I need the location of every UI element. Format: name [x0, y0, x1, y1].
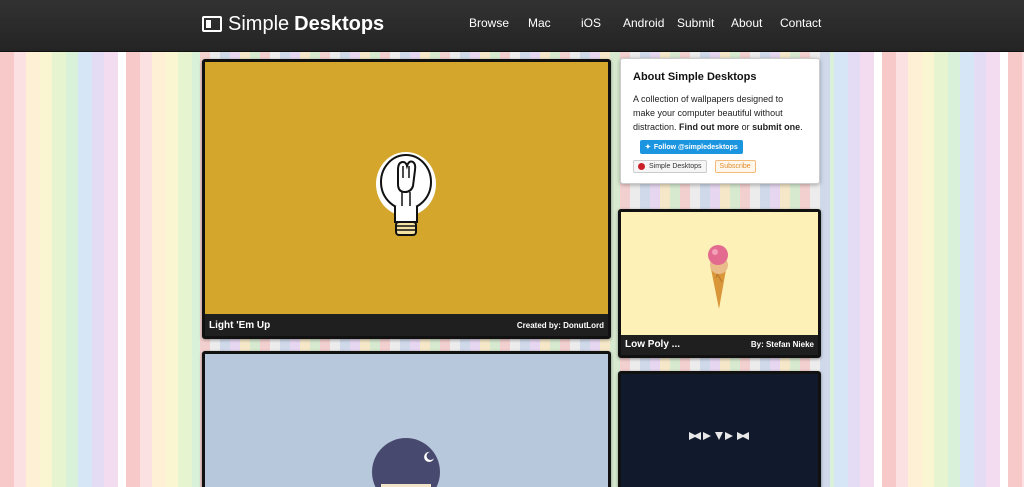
wallpaper-title[interactable]: Light 'Em Up	[209, 320, 270, 331]
wallpaper-thumbnail[interactable]	[205, 354, 608, 487]
wallpaper-card-moon[interactable]	[202, 351, 611, 487]
nav-contact[interactable]: Contact	[780, 16, 821, 30]
card-caption: Low Poly ... By: Stefan Nieke	[621, 333, 818, 355]
top-navigation-bar: Simple Desktops Browse Mac iOS Android S…	[0, 0, 1024, 52]
lightbulb-fist-illustration	[376, 152, 436, 236]
nav-android[interactable]: Android	[623, 16, 664, 30]
wallpaper-title[interactable]: Low Poly ...	[625, 339, 680, 350]
card-caption: Light 'Em Up Created by: DonutLord	[205, 314, 608, 336]
wallpaper-thumbnail[interactable]	[205, 62, 608, 314]
wallpaper-card-light-em-up[interactable]: Light 'Em Up Created by: DonutLord	[202, 59, 611, 339]
geometric-pattern-illustration	[689, 432, 749, 440]
twitter-follow-button[interactable]: ✦ Follow @simpledesktops	[640, 140, 743, 154]
main-nav: Browse Mac iOS Android Submit About Cont…	[0, 16, 1024, 36]
wallpaper-author[interactable]: Created by: DonutLord	[517, 321, 604, 330]
pinterest-follow-button[interactable]: Simple Desktops	[633, 160, 707, 173]
nav-submit[interactable]: Submit	[677, 16, 714, 30]
twitter-icon: ✦	[645, 144, 651, 151]
wallpaper-card-dark[interactable]	[618, 371, 821, 487]
wallpaper-author[interactable]: By: Stefan Nieke	[751, 340, 814, 349]
moon-figure-illustration	[372, 438, 440, 487]
about-panel: About Simple Desktops A collection of wa…	[620, 58, 820, 184]
ice-cream-illustration	[708, 245, 728, 309]
nav-about[interactable]: About	[731, 16, 762, 30]
nav-ios[interactable]: iOS	[581, 16, 601, 30]
nav-mac[interactable]: Mac	[528, 16, 551, 30]
about-title: About Simple Desktops	[633, 71, 757, 83]
find-out-more-link[interactable]: Find out more	[679, 122, 739, 132]
submit-one-link[interactable]: submit one	[752, 122, 800, 132]
wallpaper-card-low-poly[interactable]: Low Poly ... By: Stefan Nieke	[618, 209, 821, 358]
pinterest-icon	[638, 163, 645, 170]
nav-browse[interactable]: Browse	[469, 16, 509, 30]
wallpaper-thumbnail[interactable]	[621, 374, 818, 487]
subscribe-button[interactable]: Subscribe	[714, 160, 756, 173]
about-description: A collection of wallpapers designed to m…	[633, 94, 803, 132]
wallpaper-thumbnail[interactable]	[621, 212, 818, 335]
